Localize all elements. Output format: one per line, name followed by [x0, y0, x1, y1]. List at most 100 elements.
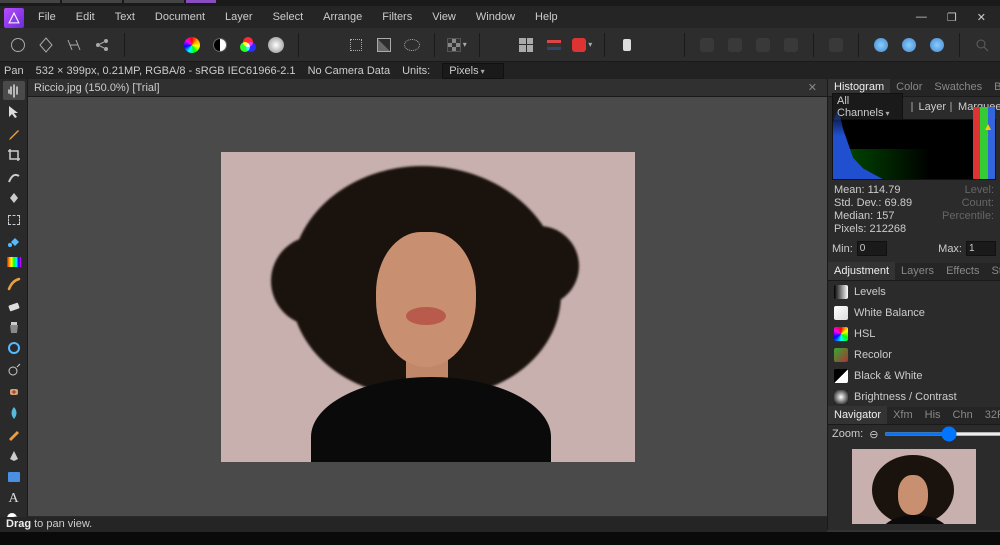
marquee-ellipse-icon[interactable]	[400, 33, 424, 57]
search-icon[interactable]	[970, 33, 994, 57]
top-toolbar	[0, 28, 1000, 62]
crop-tool[interactable]	[3, 145, 25, 164]
status-bar: Drag to pan view.	[0, 517, 827, 532]
tab-his[interactable]: His	[919, 406, 947, 424]
navigator-thumbnail[interactable]	[852, 449, 976, 524]
boolean-sub-icon[interactable]	[897, 33, 921, 57]
tab-32p[interactable]: 32P	[979, 406, 1000, 424]
channels-dropdown[interactable]: All Channels	[832, 93, 903, 121]
tab-styles[interactable]: Styles	[986, 262, 1000, 280]
tab-layers[interactable]: Layers	[895, 262, 940, 280]
color-picker-tool[interactable]	[3, 124, 25, 143]
arrange-front-icon[interactable]	[779, 33, 803, 57]
close-icon[interactable]: ✕	[804, 81, 821, 94]
contrast-icon[interactable]	[208, 33, 232, 57]
selection-brush-tool[interactable]	[3, 167, 25, 186]
grid4-icon[interactable]	[514, 33, 538, 57]
arrange-forward-icon[interactable]	[751, 33, 775, 57]
tab-swatches[interactable]: Swatches	[928, 79, 988, 96]
rectangle-tool[interactable]	[3, 467, 25, 486]
adjustment-black-white[interactable]: Black & White	[828, 365, 1000, 386]
stat-level: Level:	[914, 184, 994, 197]
adjustment-hsl[interactable]: HSL	[828, 323, 1000, 344]
warning-icon: ▲	[983, 122, 993, 133]
persona-develop-icon[interactable]	[62, 33, 86, 57]
tab-effects[interactable]: Effects	[940, 262, 985, 280]
restore-button[interactable]: ❐	[941, 9, 963, 26]
menu-arrange[interactable]: Arrange	[313, 7, 372, 27]
pen-tool[interactable]	[3, 446, 25, 465]
max-label: Max:	[938, 243, 962, 255]
max-input[interactable]	[966, 241, 996, 256]
zoom-out-icon[interactable]: ⊖	[869, 428, 878, 441]
pan-tool[interactable]	[3, 81, 25, 100]
marquee-tool[interactable]	[3, 210, 25, 229]
canvas-image	[221, 152, 635, 462]
doc-dimensions: 532 × 399px, 0.21MP, RGBA/8 - sRGB IEC61…	[36, 65, 296, 77]
rainbow-icon[interactable]	[180, 33, 204, 57]
marquee-rect-icon[interactable]	[344, 33, 368, 57]
arrange-back-icon[interactable]	[695, 33, 719, 57]
flood-select-tool[interactable]	[3, 188, 25, 207]
adjustment-brightness-contrast[interactable]: Brightness / Contrast	[828, 386, 1000, 407]
paint-brush-tool[interactable]	[3, 274, 25, 293]
layer-checkbox[interactable]	[911, 102, 913, 112]
tab-brushes[interactable]: Brushes	[988, 79, 1000, 96]
menu-text[interactable]: Text	[105, 7, 145, 27]
stat-median: Median: 157	[834, 210, 914, 223]
marquee-checkbox[interactable]	[950, 102, 952, 112]
min-input[interactable]	[857, 241, 887, 256]
boolean-add-icon[interactable]	[869, 33, 893, 57]
flag-icon[interactable]	[542, 33, 566, 57]
menu-window[interactable]: Window	[466, 7, 525, 27]
menu-filters[interactable]: Filters	[372, 7, 422, 27]
gradient-tool[interactable]	[3, 253, 25, 272]
adjustment-white-balance[interactable]: White Balance	[828, 302, 1000, 323]
rgb-channels-icon[interactable]	[236, 33, 260, 57]
align-icon[interactable]	[824, 33, 848, 57]
inpaint-tool[interactable]	[3, 339, 25, 358]
quickmask-dropdown[interactable]	[445, 33, 469, 57]
close-button[interactable]: ✕	[971, 9, 992, 26]
tab-adjustment[interactable]: Adjustment	[828, 262, 895, 280]
units-dropdown[interactable]: Pixels	[442, 63, 503, 79]
snap-dropdown[interactable]	[570, 33, 594, 57]
zoom-slider[interactable]	[884, 432, 1000, 436]
tab-navigator[interactable]: Navigator	[828, 406, 887, 424]
persona-export-icon[interactable]	[90, 33, 114, 57]
text-tool[interactable]: A	[3, 489, 25, 508]
document-tab-label: Riccio.jpg (150.0%) [Trial]	[34, 82, 160, 94]
clone-tool[interactable]	[3, 317, 25, 336]
persona-liquify-icon[interactable]	[34, 33, 58, 57]
menu-file[interactable]: File	[28, 7, 66, 27]
document-tab[interactable]: Riccio.jpg (150.0%) [Trial] ✕	[28, 79, 827, 97]
healing-tool[interactable]	[3, 382, 25, 401]
persona-photo-icon[interactable]	[6, 33, 30, 57]
menu-select[interactable]: Select	[263, 7, 314, 27]
adjustment-levels[interactable]: Levels	[828, 281, 1000, 302]
tab-xfm[interactable]: Xfm	[887, 406, 919, 424]
assistant-icon[interactable]	[615, 33, 639, 57]
tab-chn[interactable]: Chn	[947, 406, 979, 424]
boolean-int-icon[interactable]	[925, 33, 949, 57]
softproof-icon[interactable]	[264, 33, 288, 57]
erase-tool[interactable]	[3, 296, 25, 315]
menu-help[interactable]: Help	[525, 7, 568, 27]
zoom-label: Zoom:	[832, 428, 863, 440]
menu-document[interactable]: Document	[145, 7, 215, 27]
canvas-viewport[interactable]	[28, 97, 827, 516]
minimize-button[interactable]: —	[910, 9, 933, 26]
adjustment-recolor[interactable]: Recolor	[828, 344, 1000, 365]
marquee-diag-icon[interactable]	[372, 33, 396, 57]
retouch-tool[interactable]	[3, 425, 25, 444]
blur-tool[interactable]	[3, 403, 25, 422]
arrange-backward-icon[interactable]	[723, 33, 747, 57]
status-action: Drag	[6, 518, 31, 530]
move-tool[interactable]	[3, 102, 25, 121]
menu-view[interactable]: View	[422, 7, 466, 27]
dodge-tool[interactable]	[3, 360, 25, 379]
menu-layer[interactable]: Layer	[215, 7, 263, 27]
app-logo	[4, 8, 24, 28]
menu-edit[interactable]: Edit	[66, 7, 105, 27]
flood-fill-tool[interactable]	[3, 231, 25, 250]
